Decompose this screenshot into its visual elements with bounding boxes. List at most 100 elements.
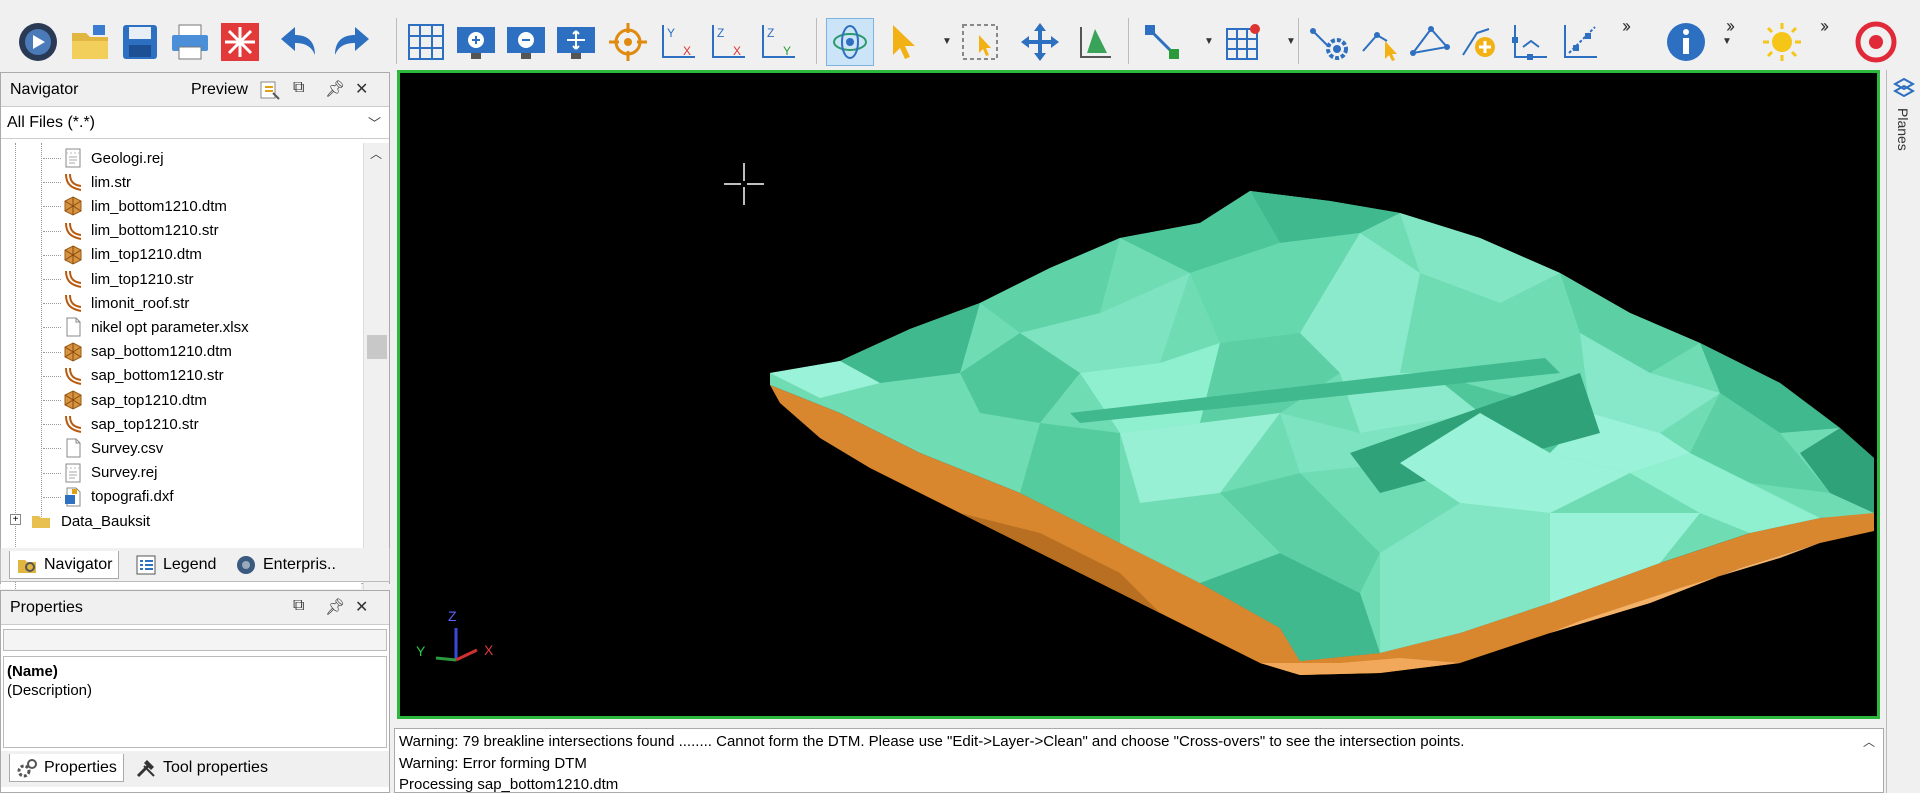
- sun-icon[interactable]: [1758, 18, 1806, 66]
- tab-enterprise[interactable]: Enterpris..: [229, 551, 342, 579]
- preview-label[interactable]: Preview: [191, 81, 248, 99]
- dxf-file-icon: [63, 487, 83, 507]
- chevron-down-icon: ﹀: [367, 116, 381, 131]
- target-ring-icon[interactable]: [1852, 18, 1900, 66]
- svg-text:Y: Y: [667, 26, 675, 40]
- target-icon[interactable]: [604, 18, 652, 66]
- save-icon[interactable]: [116, 18, 164, 66]
- refresh-icon[interactable]: [259, 79, 281, 106]
- properties-search-field[interactable]: [3, 629, 387, 651]
- pan-icon[interactable]: [1016, 18, 1064, 66]
- tab-tool-properties[interactable]: Tool properties: [129, 754, 274, 782]
- pin-icon[interactable]: 📌︎: [325, 597, 345, 617]
- plane-zx-icon[interactable]: ZX: [704, 18, 752, 66]
- file-tree-item[interactable]: sap_bottom1210.dtm: [1, 340, 361, 364]
- file-tree-item[interactable]: Geologi.rej: [1, 146, 361, 170]
- file-tree-item-label: lim_bottom1210.str: [91, 222, 219, 240]
- axis-icon[interactable]: [1506, 18, 1554, 66]
- plane-yx-icon[interactable]: YX: [654, 18, 702, 66]
- graphics-viewport[interactable]: Z Y X: [397, 70, 1880, 719]
- toolbar-overflow-3[interactable]: ››: [1820, 16, 1829, 37]
- undo-icon[interactable]: [276, 18, 324, 66]
- tab-legend[interactable]: Legend: [129, 551, 222, 579]
- zoom-fit-icon[interactable]: [552, 18, 600, 66]
- file-tree-item[interactable]: lim.str: [1, 170, 361, 194]
- file-tree-item[interactable]: sap_bottom1210.str: [1, 364, 361, 388]
- folder-tree-item[interactable]: + Data_Bauksit: [1, 509, 361, 533]
- settings-icon[interactable]: [1306, 18, 1354, 66]
- axis-y-label: Y: [416, 643, 426, 659]
- view-icon[interactable]: [14, 18, 62, 66]
- info-icon[interactable]: [1662, 18, 1710, 66]
- tree-vertical-scrollbar[interactable]: ︿ ﹀: [363, 143, 389, 591]
- svg-text:X: X: [733, 44, 741, 58]
- expand-icon[interactable]: +: [10, 514, 21, 525]
- close-icon[interactable]: ✕: [355, 597, 368, 617]
- str-file-icon: [63, 414, 83, 434]
- info-dropdown[interactable]: ▼: [1722, 36, 1732, 47]
- edit-point-icon[interactable]: [1356, 18, 1404, 66]
- navigator-tab-icon: [18, 559, 36, 573]
- svg-text:X: X: [683, 44, 691, 58]
- file-tree-item[interactable]: Survey.rej: [1, 461, 361, 485]
- navigator-panel: Navigator Preview ⧉ 📌︎ ✕ All Files (*.*)…: [0, 72, 390, 619]
- properties-tabs: Properties Tool properties: [1, 751, 389, 787]
- str-file-icon: [63, 172, 83, 192]
- scroll-thumb[interactable]: [367, 335, 387, 359]
- tab-properties[interactable]: Properties: [9, 754, 124, 782]
- right-dock-strip: [1886, 170, 1920, 793]
- plane-zy-icon[interactable]: ZY: [754, 18, 802, 66]
- zoom-out-icon[interactable]: [502, 18, 550, 66]
- log-scroll-up-icon[interactable]: ︿: [1863, 733, 1875, 750]
- snap-dropdown[interactable]: ▼: [1204, 36, 1214, 47]
- sparkle-icon[interactable]: [216, 18, 264, 66]
- open-folder-icon[interactable]: [66, 18, 114, 66]
- file-tree-item[interactable]: sap_top1210.str: [1, 412, 361, 436]
- file-tree-item-label: Geologi.rej: [91, 149, 164, 167]
- print-icon[interactable]: [166, 18, 214, 66]
- planes-side-tab[interactable]: Planes: [1886, 70, 1920, 170]
- toolbar-overflow-1[interactable]: ››: [1622, 16, 1631, 37]
- file-tree-item[interactable]: lim_top1210.dtm: [1, 243, 361, 267]
- add-point-icon[interactable]: [1456, 18, 1504, 66]
- svg-text:Z: Z: [767, 26, 774, 40]
- file-tree-item[interactable]: topografi.dxf: [1, 485, 361, 509]
- file-tree-item[interactable]: sap_top1210.dtm: [1, 388, 361, 412]
- tab-navigator[interactable]: Navigator: [9, 551, 120, 579]
- navigator-tabs: Navigator Legend Enterpris..: [0, 548, 390, 582]
- file-tree-item[interactable]: limonit_roof.str: [1, 291, 361, 315]
- file-filter-select[interactable]: All Files (*.*) ﹀: [1, 107, 389, 139]
- file-tree-item[interactable]: lim_bottom1210.dtm: [1, 194, 361, 218]
- float-icon[interactable]: ⧉: [293, 79, 304, 97]
- doc-file-icon: [63, 438, 83, 458]
- snap-icon[interactable]: [1138, 18, 1186, 66]
- properties-title-bar: Properties ⧉ 📌︎ ✕: [1, 591, 389, 625]
- grid-icon[interactable]: [402, 18, 450, 66]
- scroll-up-icon[interactable]: ︿: [370, 145, 382, 162]
- toolbar-overflow-2[interactable]: ››: [1726, 16, 1735, 37]
- grid-point-icon[interactable]: [1220, 18, 1268, 66]
- file-tree-item[interactable]: lim_bottom1210.str: [1, 219, 361, 243]
- plane-icon[interactable]: [1070, 18, 1118, 66]
- file-tree-item[interactable]: lim_top1210.str: [1, 267, 361, 291]
- properties-body: (Name) (Description): [3, 656, 387, 748]
- select-box-icon[interactable]: [956, 18, 1004, 66]
- grid-dropdown[interactable]: ▼: [1286, 36, 1296, 47]
- rotate-icon[interactable]: [826, 18, 874, 66]
- properties-tab-icon: [17, 758, 37, 777]
- select-dropdown[interactable]: ▼: [942, 36, 952, 47]
- file-tree-item[interactable]: nikel opt parameter.xlsx: [1, 315, 361, 339]
- pin-icon[interactable]: 📌︎: [325, 79, 345, 99]
- float-icon[interactable]: ⧉: [293, 597, 304, 615]
- tab-tool-properties-label: Tool properties: [163, 759, 268, 776]
- triangle-icon[interactable]: [1406, 18, 1454, 66]
- close-icon[interactable]: ✕: [355, 79, 368, 99]
- select-arrow-icon[interactable]: [880, 18, 928, 66]
- slope-icon[interactable]: [1556, 18, 1604, 66]
- zoom-in-icon[interactable]: [452, 18, 500, 66]
- file-tree-item-label: limonit_roof.str: [91, 294, 190, 312]
- file-tree-item[interactable]: Survey.csv: [1, 436, 361, 460]
- svg-text:Y: Y: [783, 44, 791, 58]
- main-toolbar: YX ZX ZY ▼ ▼ ▼ ›› ▼ ›› ››: [0, 6, 1920, 70]
- redo-icon[interactable]: [326, 18, 374, 66]
